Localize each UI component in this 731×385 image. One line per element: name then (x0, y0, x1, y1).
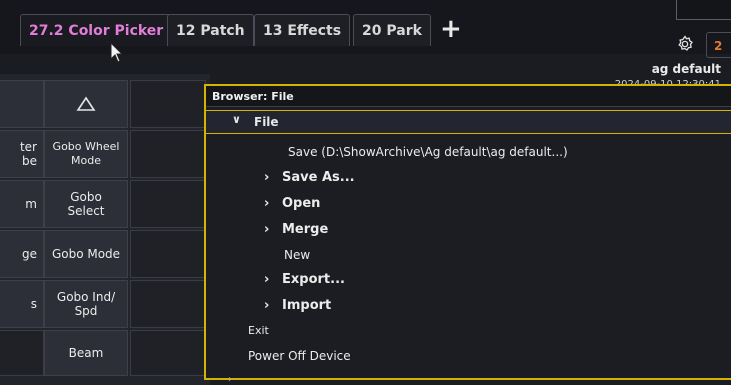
chevron-right-icon: › (264, 272, 270, 287)
empty-cell (130, 330, 206, 376)
partial-button-3[interactable]: ge (0, 230, 44, 278)
chevron-right-icon: › (264, 298, 270, 313)
menu-item-label: Import (282, 298, 332, 313)
beam-button[interactable]: Beam (44, 330, 128, 376)
empty-cell (130, 180, 206, 228)
menu-item-power-off[interactable]: Power Off Device (248, 349, 351, 363)
tab-patch[interactable]: 12 Patch (167, 14, 254, 46)
chevron-right-icon: › (264, 222, 270, 237)
empty-cell (130, 80, 206, 128)
tree-root-file[interactable]: ∨ File (206, 110, 731, 134)
menu-item-exit[interactable]: Exit (248, 324, 269, 337)
tab-color-picker[interactable]: 27.2 Color Picker (20, 14, 173, 46)
empty-cell (130, 130, 206, 178)
menu-item-label: Exit (248, 324, 269, 337)
menu-item-label: Power Off Device (248, 349, 351, 363)
browser-title: Browser: File (206, 86, 731, 107)
gear-icon[interactable] (676, 35, 694, 53)
chevron-right-icon: › (264, 196, 270, 211)
tab-partial-right[interactable]: 2 (706, 32, 731, 58)
mouse-cursor-icon (110, 42, 124, 63)
gobo-wheel-mode-button[interactable]: Gobo Wheel Mode (44, 130, 128, 178)
tab-park[interactable]: 20 Park (353, 14, 431, 46)
partial-button-1[interactable]: ter be (0, 130, 44, 178)
gobo-mode-button[interactable]: Gobo Mode (44, 230, 128, 278)
chevron-down-icon: ∨ (232, 113, 241, 126)
menu-item-merge[interactable]: › Merge (264, 222, 328, 237)
empty-cell (0, 330, 44, 376)
partial-button-2[interactable]: m (0, 180, 44, 228)
menu-item-label: Open (282, 196, 321, 211)
scroll-up-button[interactable] (44, 80, 128, 128)
tab-effects[interactable]: 13 Effects (254, 14, 351, 46)
chevron-right-icon: › (264, 170, 270, 185)
menu-item-new[interactable]: New (284, 248, 310, 262)
triangle-up-icon (76, 96, 96, 111)
file-browser-window: Browser: File ∨ File Save (D:\ShowArchiv… (204, 84, 731, 385)
partial-button-4[interactable]: s (0, 280, 44, 328)
corner-frame (676, 0, 731, 20)
chevron-right-icon: › (228, 374, 232, 385)
menu-item-label: Save (D:\ShowArchive\Ag default\ag defau… (288, 145, 568, 159)
tree-root-label: File (254, 115, 279, 129)
add-tab-button[interactable]: + (440, 16, 462, 42)
menu-item-label: Export... (282, 272, 345, 287)
menu-item-save-as[interactable]: › Save As... (264, 170, 355, 185)
gobo-select-button[interactable]: Gobo Select (44, 180, 128, 228)
menu-item-export[interactable]: › Export... (264, 272, 345, 287)
menu-item-label: Merge (282, 222, 329, 237)
gobo-ind-spd-button[interactable]: Gobo Ind/ Spd (44, 280, 128, 328)
menu-item-import[interactable]: › Import (264, 298, 331, 313)
partial-button-top[interactable] (0, 80, 44, 128)
empty-cell (130, 230, 206, 278)
menu-item-label: Save As... (282, 170, 355, 185)
menu-item-label: New (284, 248, 311, 262)
menu-item-open[interactable]: › Open (264, 196, 320, 211)
user-name: ag default (651, 62, 721, 76)
menu-item-save[interactable]: Save (D:\ShowArchive\Ag default\ag defau… (288, 145, 568, 159)
empty-cell (130, 280, 206, 328)
